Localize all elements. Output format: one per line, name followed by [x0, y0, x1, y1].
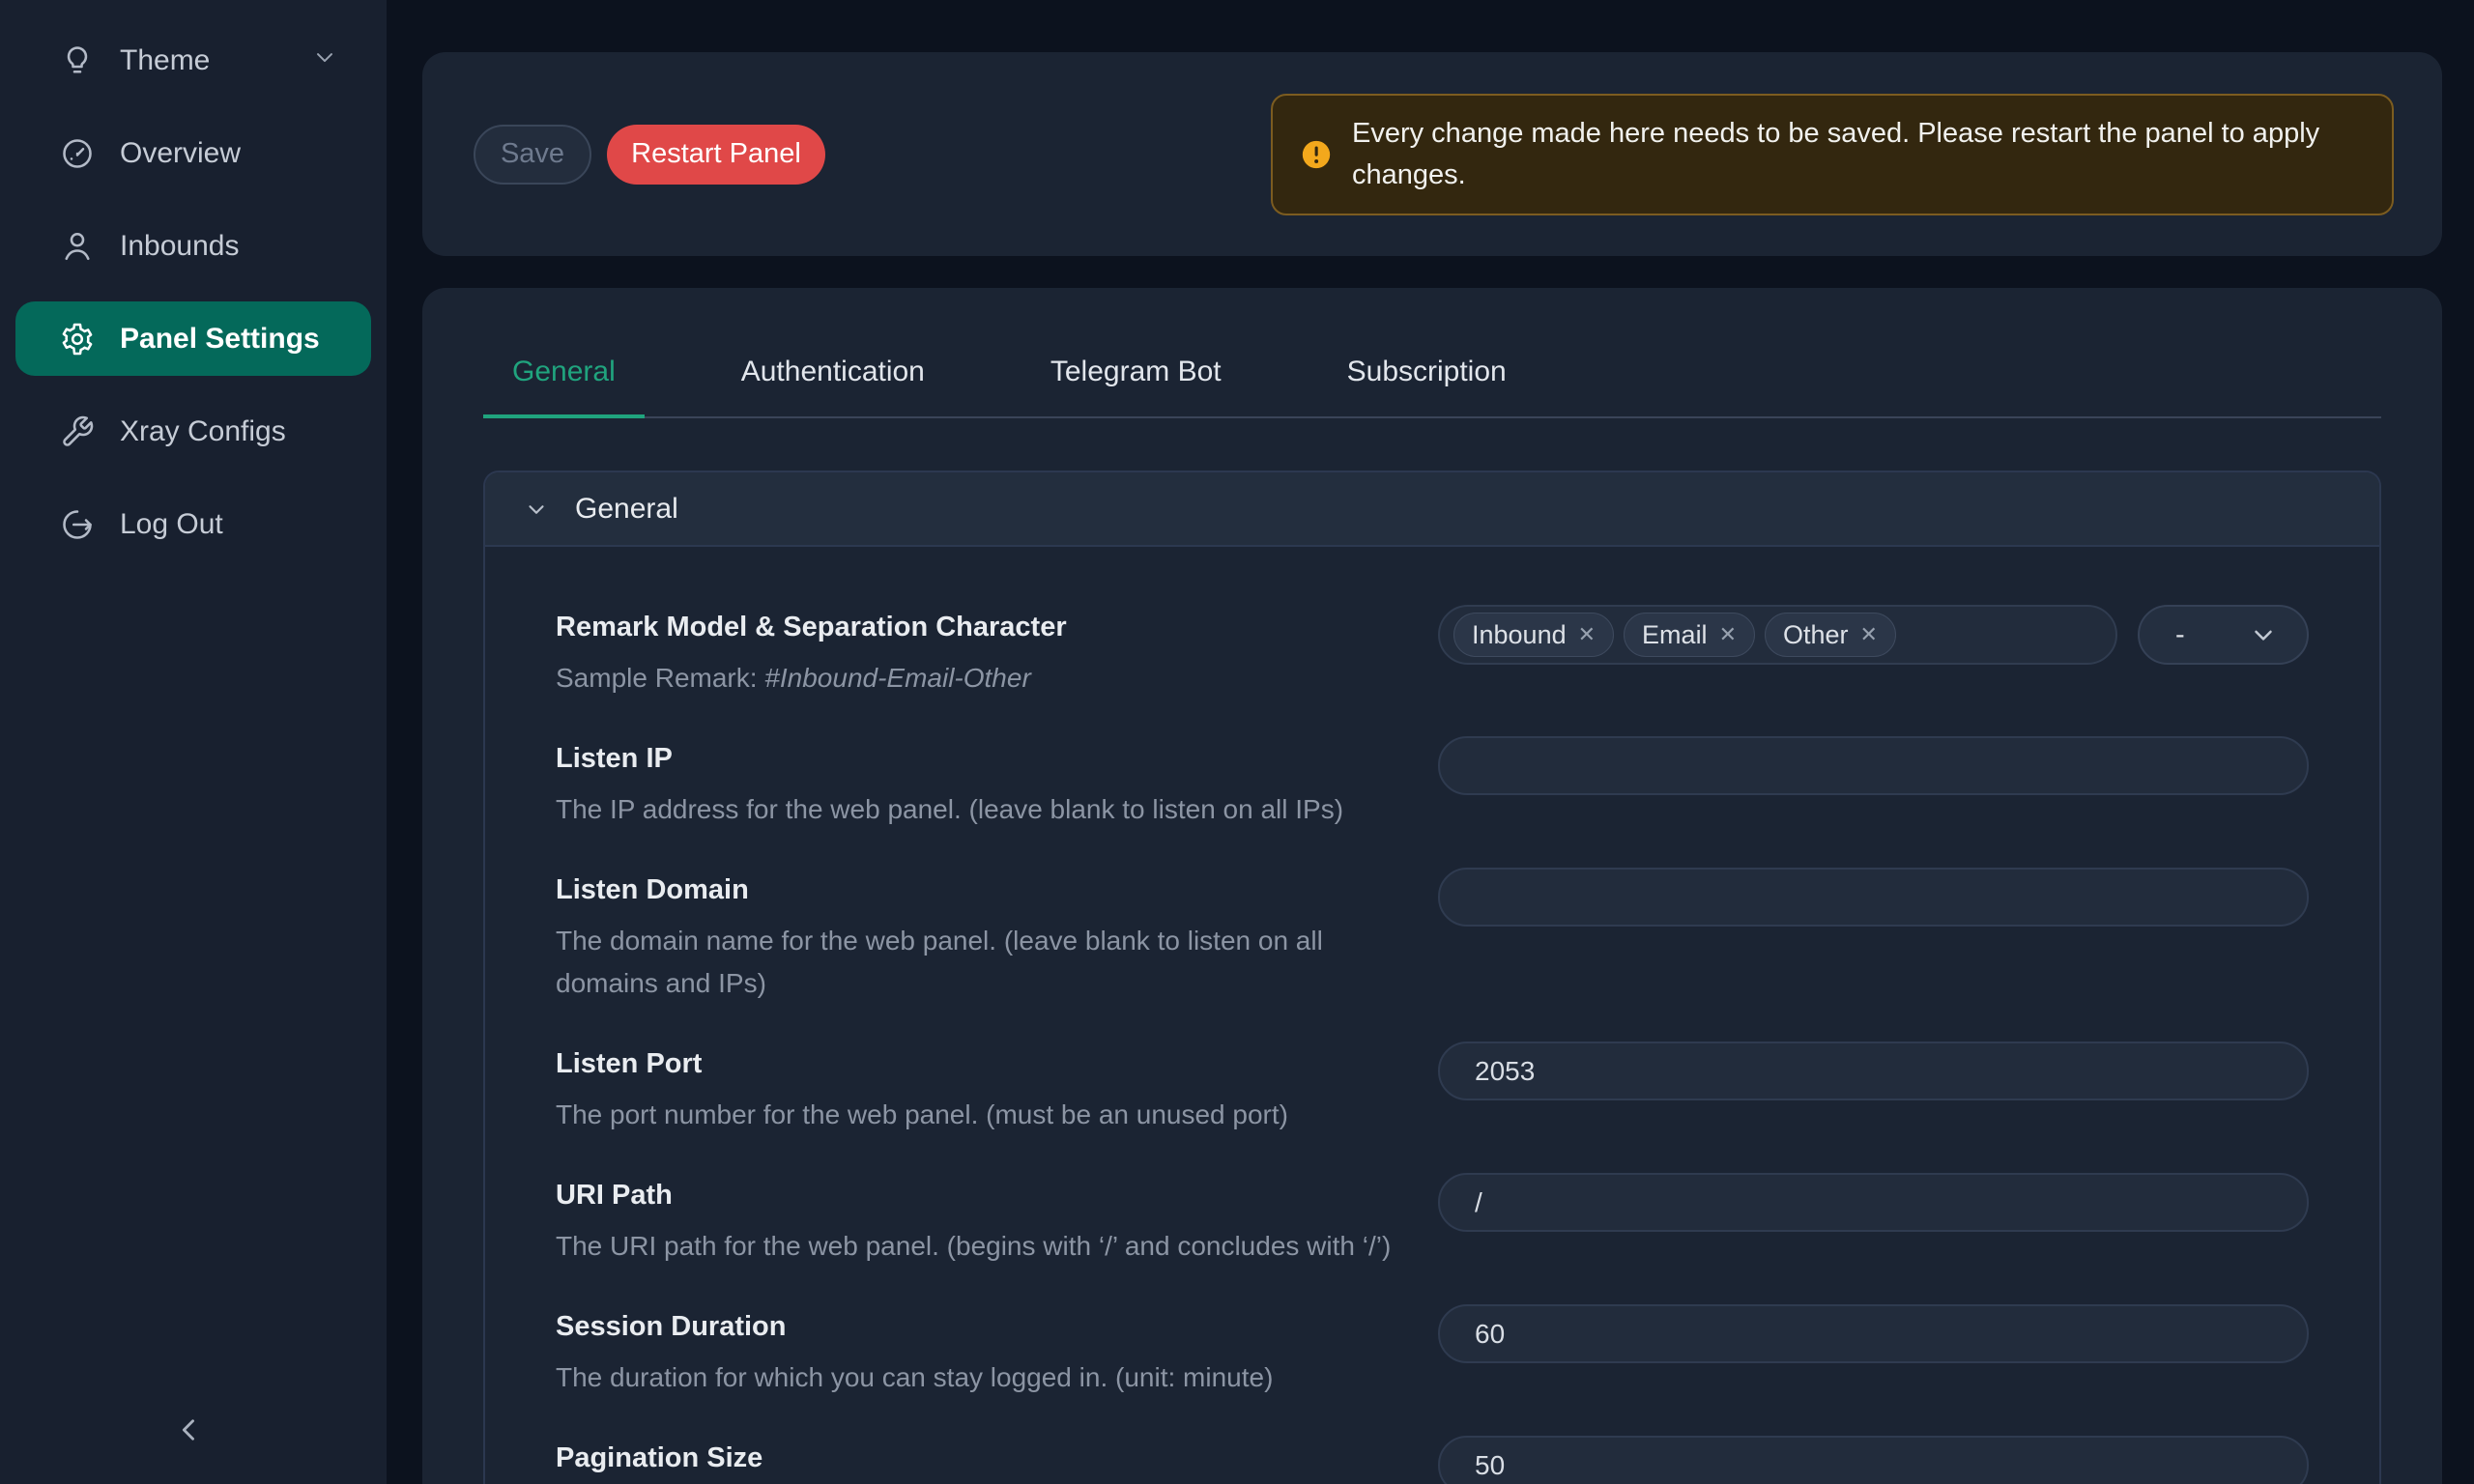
gauge-icon: [60, 136, 95, 171]
gear-icon: [60, 322, 95, 357]
pagination-size-input[interactable]: [1438, 1436, 2309, 1484]
form-row-listen-ip: Listen IP The IP address for the web pan…: [556, 736, 2309, 831]
form-row-remark: Remark Model & Separation Character Samp…: [556, 605, 2309, 699]
listen-ip-input[interactable]: [1438, 736, 2309, 795]
chevron-down-icon: [311, 43, 338, 78]
save-button[interactable]: Save: [474, 125, 591, 185]
tag-label: Inbound: [1472, 620, 1567, 650]
chevron-down-icon: [2249, 620, 2278, 649]
listen-domain-input[interactable]: [1438, 868, 2309, 927]
field-label: Session Duration: [556, 1304, 1399, 1349]
field-label: Listen Domain: [556, 868, 1399, 912]
sidebar-item-inbounds[interactable]: Inbounds: [15, 209, 371, 283]
tag-label: Other: [1783, 620, 1849, 650]
chevron-down-icon: [524, 497, 549, 522]
sidebar-collapse-button[interactable]: [162, 1403, 216, 1457]
field-label: Listen IP: [556, 736, 1399, 781]
sidebar-item-label: Theme: [120, 44, 210, 77]
panel-title: General: [575, 493, 678, 526]
form-row-pagination-size: Pagination Size: [556, 1436, 2309, 1484]
general-panel-header[interactable]: General: [485, 472, 2379, 547]
settings-tabbar: General Authentication Telegram Bot Subs…: [483, 288, 2381, 418]
sidebar-item-label: Log Out: [120, 508, 223, 541]
sidebar-item-label: Panel Settings: [120, 323, 320, 356]
general-panel-body: Remark Model & Separation Character Samp…: [485, 547, 2379, 1484]
field-description: The URI path for the web panel. (begins …: [556, 1225, 1399, 1268]
alert-text: Every change made here needs to be saved…: [1352, 113, 2357, 196]
uri-path-input[interactable]: [1438, 1173, 2309, 1232]
tag-email: Email ✕: [1624, 613, 1755, 657]
separator-select[interactable]: -: [2138, 605, 2309, 665]
separator-value: -: [2175, 619, 2185, 651]
sample-remark-value: #Inbound-Email-Other: [764, 663, 1030, 693]
field-description: Sample Remark: #Inbound-Email-Other: [556, 657, 1399, 699]
warning-icon: [1300, 138, 1333, 171]
field-description: The duration for which you can stay logg…: [556, 1356, 1399, 1399]
sidebar-item-overview[interactable]: Overview: [15, 116, 371, 190]
restart-panel-button[interactable]: Restart Panel: [607, 125, 825, 185]
form-row-uri-path: URI Path The URI path for the web panel.…: [556, 1173, 2309, 1268]
logout-icon: [60, 507, 95, 542]
tag-label: Email: [1642, 620, 1708, 650]
form-row-listen-port: Listen Port The port number for the web …: [556, 1042, 2309, 1136]
tab-subscription[interactable]: Subscription: [1318, 356, 1536, 418]
sidebar-item-label: Overview: [120, 137, 241, 170]
field-description: The domain name for the web panel. (leav…: [556, 920, 1399, 1005]
chevron-left-icon: [173, 1413, 206, 1446]
bulb-icon: [60, 43, 95, 78]
form-row-listen-domain: Listen Domain The domain name for the we…: [556, 868, 2309, 1005]
tab-telegram-bot[interactable]: Telegram Bot: [1021, 356, 1251, 418]
remove-tag-icon[interactable]: ✕: [1578, 624, 1596, 645]
sidebar-item-log-out[interactable]: Log Out: [15, 487, 371, 561]
remove-tag-icon[interactable]: ✕: [1719, 624, 1737, 645]
sidebar-item-theme[interactable]: Theme: [15, 23, 371, 98]
field-label: Remark Model & Separation Character: [556, 605, 1399, 649]
tag-inbound: Inbound ✕: [1453, 613, 1614, 657]
sidebar-item-label: Inbounds: [120, 230, 239, 263]
main-content: Save Restart Panel Every change made her…: [387, 0, 2474, 1484]
remark-tags-input[interactable]: Inbound ✕ Email ✕ Other ✕: [1438, 605, 2117, 665]
person-icon: [60, 229, 95, 264]
listen-port-input[interactable]: [1438, 1042, 2309, 1100]
general-collapse-panel: General Remark Model & Separation Charac…: [483, 471, 2381, 1484]
tag-other: Other ✕: [1765, 613, 1896, 657]
field-label: URI Path: [556, 1173, 1399, 1217]
sidebar-item-xray-configs[interactable]: Xray Configs: [15, 394, 371, 469]
tab-general[interactable]: General: [483, 356, 645, 418]
restart-warning-alert: Every change made here needs to be saved…: [1271, 94, 2394, 215]
wrench-icon: [60, 414, 95, 449]
tab-authentication[interactable]: Authentication: [712, 356, 954, 418]
field-description: The IP address for the web panel. (leave…: [556, 788, 1399, 831]
form-row-session-duration: Session Duration The duration for which …: [556, 1304, 2309, 1399]
remove-tag-icon[interactable]: ✕: [1860, 624, 1878, 645]
field-label: Pagination Size: [556, 1436, 1399, 1480]
sidebar-item-label: Xray Configs: [120, 415, 286, 448]
session-duration-input[interactable]: [1438, 1304, 2309, 1363]
field-description: The port number for the web panel. (must…: [556, 1094, 1399, 1136]
sidebar-item-panel-settings[interactable]: Panel Settings: [15, 301, 371, 376]
settings-card: General Authentication Telegram Bot Subs…: [422, 288, 2442, 1484]
sidebar: Theme Overview Inbounds Panel Settings X…: [0, 0, 387, 1484]
field-label: Listen Port: [556, 1042, 1399, 1086]
toolbar-card: Save Restart Panel Every change made her…: [422, 52, 2442, 256]
